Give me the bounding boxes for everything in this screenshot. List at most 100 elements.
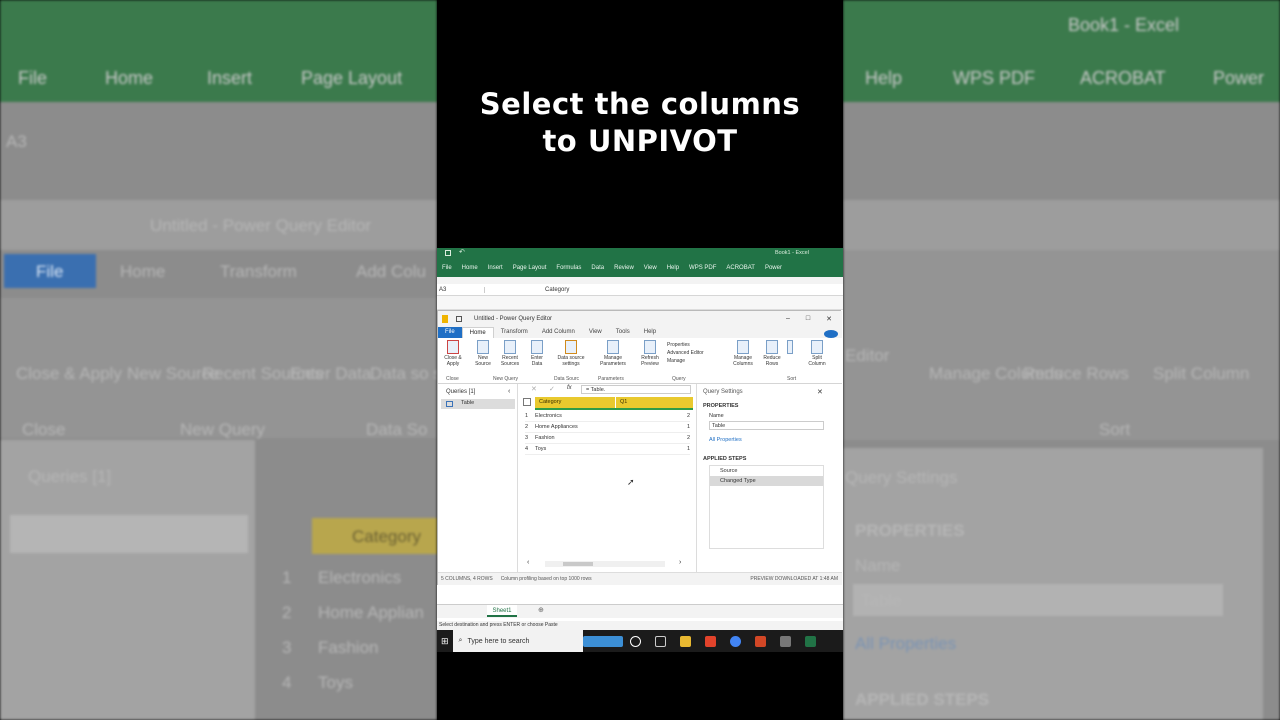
qs-close-icon[interactable]: ✕ [817,388,823,396]
bg-queries-header: Queries [1] [28,467,112,486]
pq-tab-add-column[interactable]: Add Column [535,327,582,338]
all-properties-link[interactable]: All Properties [709,437,742,443]
properties-heading: PROPERTIES [703,403,739,409]
query-item-table[interactable]: Table [441,399,515,409]
app-icon[interactable] [779,635,791,647]
pq-tab-home[interactable]: Home [461,327,494,338]
close-icon[interactable]: ✕ [826,315,832,323]
excel-tab-data[interactable]: Data [591,265,604,271]
excel-tab-home[interactable]: Home [462,265,478,271]
maximize-icon[interactable]: □ [806,315,810,322]
bg-pq-tab-home: Home [120,262,166,281]
recent-sources-button[interactable]: Recent Sources [497,340,523,367]
qs-header: Query Settings [703,389,743,395]
queries-pane: Queries [1] ‹ Table [438,384,518,572]
reduce-rows-button[interactable]: Reduce Rows [760,340,784,367]
excel-tab-wps[interactable]: WPS PDF [689,265,716,271]
table-row[interactable]: 2 Home Appliances 1 [525,422,690,433]
column-header-q1[interactable]: Q1 [616,397,693,408]
excel-tab-help[interactable]: Help [667,265,679,271]
new-source-button[interactable]: New Source [471,340,495,367]
table-row[interactable]: 4 Toys 1 [525,444,690,455]
group-data-sources: Data Sourc [554,376,580,382]
data-source-settings-button[interactable]: Data source settings [552,340,590,367]
table-row[interactable]: 1 Electronics 2 [525,411,690,422]
excel-tab-view[interactable]: View [644,265,657,271]
windows-start-icon[interactable]: ⊞ [441,636,449,647]
bg-query-row [10,515,248,553]
video-center: Select the columns to UNPIVOT ↶ Book1 - … [437,0,843,720]
pq-tab-help[interactable]: Help [637,327,663,338]
excel-ribbon-body [437,277,843,284]
excel-icon[interactable] [804,635,816,647]
scroll-right-icon[interactable]: › [679,559,681,566]
advanced-editor-button[interactable]: Advanced Editor [667,349,704,357]
excel-formula-value[interactable]: Category [545,287,569,293]
manage-parameters-button[interactable]: Manage Parameters [595,340,631,367]
pq-tab-file[interactable]: File [438,327,462,338]
excel-tab-power[interactable]: Power [765,265,782,271]
column-header-category[interactable]: Category [535,397,615,408]
sheet-tab-bar: Sheet1 ⊕ [437,604,843,618]
refresh-preview-button[interactable]: Refresh Preview [636,340,664,367]
excel-tab-page-layout[interactable]: Page Layout [513,265,547,271]
taskbar-search[interactable]: ⌕ Type here to search [452,630,583,652]
add-sheet-icon[interactable]: ⊕ [538,606,544,614]
manage-columns-button[interactable]: Manage Columns [728,340,758,367]
excel-tab-insert[interactable]: Insert [488,265,503,271]
undo-icon[interactable]: ↶ [459,248,465,256]
bg-btn-close-apply: Close & Apply [16,364,122,383]
manage-button[interactable]: Manage [667,357,704,365]
name-input[interactable]: Table [709,421,824,430]
minimize-icon[interactable]: – [786,315,790,322]
file-explorer-icon[interactable] [679,635,691,647]
excel-tab-acrobat[interactable]: ACROBAT [726,265,755,271]
scroll-left-icon[interactable]: ‹ [527,559,529,566]
step-changed-type[interactable]: Changed Type [710,476,823,486]
name-box[interactable]: A3 [437,286,485,293]
horizontal-scrollbar[interactable] [545,561,665,567]
power-query-window: Untitled - Power Query Editor – □ ✕ File… [437,310,842,585]
excel-status-bar: Select destination and press ENTER or ch… [437,621,843,630]
properties-button[interactable]: Properties [667,341,704,349]
table-menu-icon[interactable] [523,398,531,406]
excel-ribbon-tabs: File Home Insert Page Layout Formulas Da… [437,259,843,277]
split-column-button[interactable]: Split Column [804,340,830,367]
help-icon[interactable] [824,330,838,338]
sort-buttons[interactable] [786,340,794,356]
save-icon[interactable] [445,250,451,256]
pq-tab-tools[interactable]: Tools [609,327,637,338]
chrome-icon[interactable] [729,635,741,647]
excel-tab-formulas[interactable]: Formulas [556,265,581,271]
enter-data-button[interactable]: Enter Data [526,340,548,367]
cancel-formula-icon[interactable]: ✕ [531,385,537,393]
fx-icon: fx [567,385,572,391]
pq-save-icon[interactable] [456,315,462,322]
table-icon [446,401,453,407]
bg-window-title: Book1 - Excel [1068,15,1180,35]
excel-tab-review[interactable]: Review [614,265,634,271]
confirm-formula-icon[interactable]: ✓ [549,385,555,393]
bg-btn-split-column: Split Column [1153,364,1250,383]
row-category: Home Appliances [535,424,578,430]
pq-tab-view[interactable]: View [582,327,609,338]
excel-tab-file[interactable]: File [442,265,452,271]
bg-btn-enter-data: Enter Data [290,364,372,383]
scrollbar-thumb[interactable] [563,562,593,566]
pq-tab-transform[interactable]: Transform [494,327,535,338]
taskbar-search-text: Type here to search [467,637,530,645]
table-row[interactable]: 3 Fashion 2 [525,433,690,444]
brave-icon[interactable] [704,635,716,647]
cortana-icon[interactable] [629,635,641,647]
powerpoint-icon[interactable] [754,635,766,647]
close-apply-button[interactable]: Close & Apply [441,340,465,367]
pq-formula-input[interactable]: = Table. [581,385,691,394]
task-view-icon[interactable] [654,635,666,647]
step-source[interactable]: Source [710,466,823,476]
manage-columns-icon [737,340,749,354]
sheet-tab[interactable]: Sheet1 [487,605,517,617]
taskbar-weather-icon[interactable] [582,635,623,647]
blurred-background-right: Book1 - Excel Help WPS PDF ACROBAT Power… [843,0,1280,720]
collapse-icon[interactable]: ‹ [508,388,510,395]
bg-pq-tab-file: File [36,262,64,281]
